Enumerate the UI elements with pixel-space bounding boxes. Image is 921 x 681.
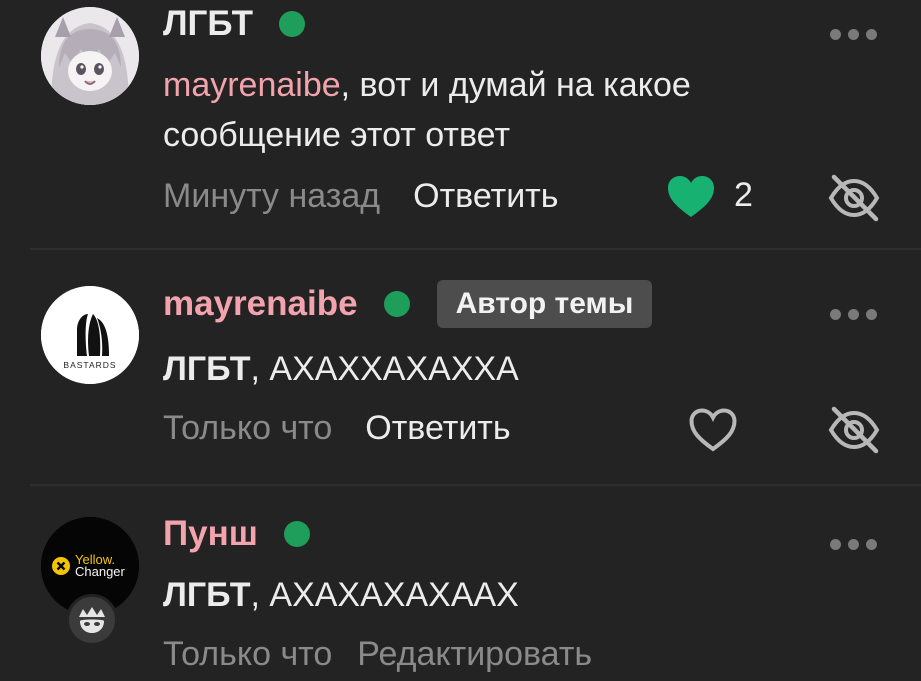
online-status-dot <box>383 291 410 317</box>
user-status-badge <box>66 594 118 646</box>
mention-link[interactable]: mayrenaibe <box>163 66 341 104</box>
comment-body: , АХАХАХАХААХ <box>250 576 519 614</box>
comment-divider <box>30 248 921 250</box>
more-dots-icon <box>830 29 841 40</box>
comment-text: ЛГБТ, АХАХХАХАХХА <box>163 344 803 394</box>
more-options-button[interactable] <box>830 309 877 320</box>
online-status-dot <box>283 521 310 547</box>
avatar-mayrenaibe[interactable]: BASTARDS <box>41 286 139 384</box>
comment-actions: Только что Ответить <box>163 404 511 452</box>
avatar-lgbt[interactable] <box>41 7 139 105</box>
avatar-text-bottom: Changer <box>75 564 126 579</box>
edit-button[interactable]: Редактировать <box>357 635 592 674</box>
heart-icon[interactable] <box>689 408 737 452</box>
anime-girl-avatar-image <box>41 7 139 105</box>
online-status-dot <box>279 11 306 37</box>
reply-button[interactable]: Ответить <box>413 177 558 216</box>
reply-button[interactable]: Ответить <box>365 409 510 448</box>
comment-header: Пунш <box>163 512 310 556</box>
author-name[interactable]: Пунш <box>163 512 258 556</box>
comment-time: Только что <box>163 634 333 673</box>
anonymous-mask-icon <box>79 607 105 633</box>
comment-divider <box>30 484 921 486</box>
author-name[interactable]: ЛГБТ <box>163 2 253 46</box>
mention-link[interactable]: ЛГБТ <box>163 576 251 614</box>
more-options-button[interactable] <box>830 539 877 550</box>
avatar-logo-text: BASTARDS <box>63 360 116 370</box>
bastards-logo-avatar: BASTARDS <box>41 286 139 384</box>
more-dots-icon <box>830 539 841 550</box>
eye-off-icon[interactable] <box>828 174 880 222</box>
more-dots-icon <box>830 309 841 320</box>
like-count: 2 <box>734 176 753 214</box>
comment-text: ЛГБТ, АХАХАХАХААХ <box>163 570 803 620</box>
comment-header: ЛГБТ <box>163 2 306 46</box>
heart-icon-filled[interactable] <box>667 175 715 219</box>
topic-author-badge: Автор темы <box>436 280 653 328</box>
more-options-button[interactable] <box>830 29 877 40</box>
comment-time: Только что <box>163 408 333 447</box>
comment-time: Минуту назад <box>163 176 381 215</box>
comment-header: mayrenaibe Автор темы <box>163 280 653 328</box>
mention-link[interactable]: ЛГБТ <box>163 350 251 388</box>
comment-body: , АХАХХАХАХХА <box>250 350 519 388</box>
comment-actions: Минуту назад Ответить <box>163 172 558 220</box>
author-name[interactable]: mayrenaibe <box>163 282 358 326</box>
comment-text: mayrenaibe, вот и думай на какое сообщен… <box>163 60 803 160</box>
eye-off-icon[interactable] <box>828 406 880 454</box>
comment-actions: Только что Редактировать <box>163 630 592 678</box>
